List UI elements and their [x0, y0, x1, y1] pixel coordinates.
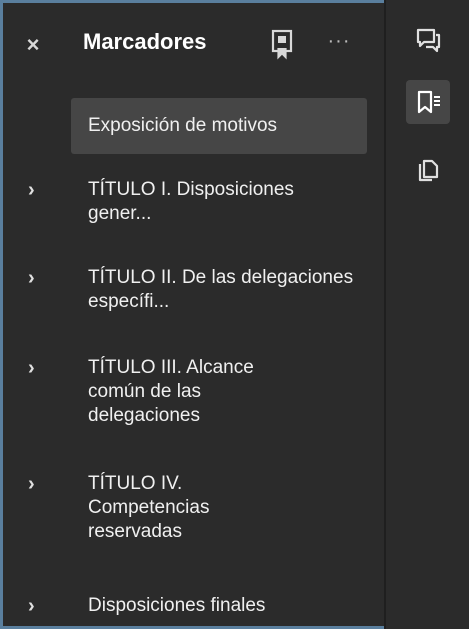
bookmark-label: TÍTULO I. Disposiciones gener...: [88, 179, 294, 224]
chevron-right-icon[interactable]: ›: [28, 474, 44, 494]
bookmark-label: TÍTULO II. De las delegaciones específi.…: [88, 267, 354, 312]
bookmark-item[interactable]: › TÍTULO I. Disposiciones gener...: [3, 178, 384, 230]
chevron-right-icon[interactable]: ›: [28, 596, 44, 616]
bookmark-item[interactable]: › TÍTULO II. De las delegaciones específ…: [3, 266, 384, 318]
pages-button[interactable]: [406, 150, 450, 194]
side-toolbar: [386, 0, 469, 629]
panel-title: Marcadores: [83, 29, 207, 54]
chevron-right-icon[interactable]: ›: [28, 180, 44, 200]
close-button[interactable]: ×: [23, 34, 43, 56]
bookmark-item[interactable]: Exposición de motivos: [3, 98, 384, 154]
bookmark-label: Exposición de motivos: [88, 115, 278, 136]
add-bookmark-icon: [271, 29, 293, 60]
chevron-right-icon[interactable]: ›: [28, 358, 44, 378]
bookmark-item[interactable]: › TÍTULO III. Alcance común de las deleg…: [3, 356, 384, 432]
bookmark-item[interactable]: › TÍTULO IV. Competencias reservadas: [3, 472, 384, 548]
add-bookmark-button[interactable]: [269, 28, 297, 60]
bookmarks-panel: × Marcadores ··· Exposición de motivos ›…: [3, 3, 384, 626]
comments-icon: [416, 28, 441, 53]
bookmark-label: TÍTULO IV. Competencias reservadas: [88, 473, 210, 542]
more-options-button[interactable]: ···: [323, 31, 355, 55]
comments-button[interactable]: [406, 18, 450, 62]
chevron-right-icon[interactable]: ›: [28, 268, 44, 288]
copy-pages-icon: [418, 159, 439, 182]
bookmark-label: Disposiciones finales: [88, 595, 266, 616]
bookmarks-list-icon: [417, 90, 440, 114]
bookmark-item[interactable]: › Disposiciones finales: [3, 594, 384, 624]
bookmark-label: TÍTULO III. Alcance común de las delegac…: [88, 357, 254, 426]
bookmarks-button[interactable]: [406, 80, 450, 124]
